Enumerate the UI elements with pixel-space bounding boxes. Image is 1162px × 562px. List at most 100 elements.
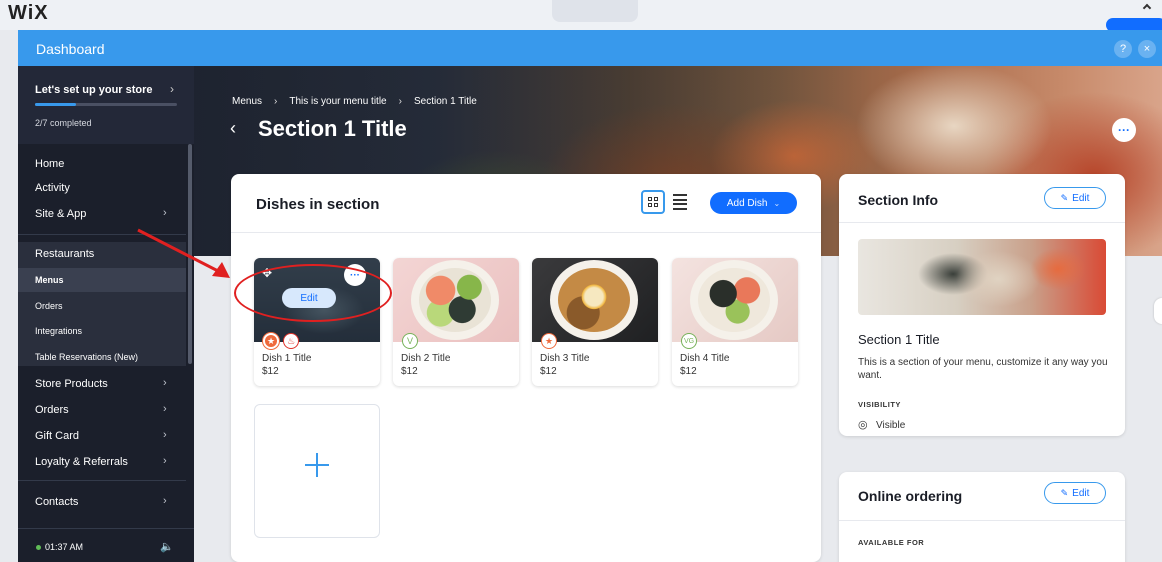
dish-name: Dish 1 Title — [262, 353, 312, 364]
visibility-value: Visible — [876, 420, 906, 431]
speaker-icon[interactable]: 🔈 — [160, 540, 174, 553]
pencil-icon: ✎ — [1060, 487, 1069, 498]
sidebar-item-integrations[interactable]: Integrations — [18, 319, 186, 343]
sidebar-item-label: Integrations — [35, 326, 83, 336]
card-divider — [839, 222, 1125, 223]
help-button[interactable]: ? — [1114, 40, 1132, 58]
sidebar-item-label: Contacts — [35, 496, 79, 508]
setup-progress-fill — [35, 103, 77, 106]
online-ordering-edit-button[interactable]: ✎ Edit — [1044, 482, 1106, 504]
section-info-card: Section Info ✎ Edit Section 1 Title This … — [839, 174, 1125, 436]
section-info-title: Section Info — [858, 192, 939, 208]
more-actions-button[interactable]: ··· — [1112, 118, 1136, 142]
sidebar-item-label: Activity — [35, 182, 70, 194]
sidebar-item-orders-sub[interactable]: Orders — [18, 294, 186, 318]
sidebar-item-label: Table Reservations (New) — [35, 352, 139, 362]
wix-logo: WiX — [8, 2, 49, 24]
chevron-right-icon: › — [163, 377, 167, 389]
sidebar-item-store-products[interactable]: Store Products › — [18, 372, 186, 396]
chevron-right-icon: › — [163, 495, 167, 507]
dishes-card: Dishes in section Add Dish ⌄ ✥ ··· Edit ★… — [231, 174, 821, 562]
collapse-tab[interactable] — [552, 0, 1152, 22]
setup-title: Let's set up your store — [35, 84, 153, 96]
caret-up-icon — [1142, 3, 1152, 13]
online-ordering-title: Online ordering — [858, 488, 963, 504]
breadcrumb-menus[interactable]: Menus — [232, 96, 262, 107]
dishes-title: Dishes in section — [256, 196, 380, 213]
breadcrumb-menu-title[interactable]: This is your menu title — [289, 96, 386, 107]
dish-price: $12 — [540, 366, 557, 377]
dish-price: $12 — [262, 366, 279, 377]
star-icon: ★ — [263, 333, 279, 349]
breadcrumb-separator-icon: › — [398, 96, 402, 107]
time-text: 01:37 AM — [45, 542, 84, 552]
grid-icon — [648, 197, 658, 207]
card-divider — [231, 232, 821, 233]
dish-name: Dish 2 Title — [401, 353, 451, 364]
chili-icon: ♨ — [283, 333, 299, 349]
plus-icon — [305, 453, 329, 477]
sidebar-item-label: Home — [35, 158, 65, 170]
vegan-icon: VG — [681, 333, 697, 349]
top-strip: WiX — [0, 0, 1162, 32]
chevron-right-icon: › — [170, 82, 174, 96]
sidebar-item-label: Orders — [35, 301, 63, 311]
sidebar-item-gift-card[interactable]: Gift Card › — [18, 424, 186, 448]
sidebar-item-contacts[interactable]: Contacts › — [18, 490, 186, 514]
dish-price: $12 — [401, 366, 418, 377]
section-info-edit-button[interactable]: ✎ Edit — [1044, 187, 1106, 209]
sidebar-item-loyalty[interactable]: Loyalty & Referrals › — [18, 450, 186, 474]
status-time: 01:37 AM — [36, 542, 83, 552]
dashboard-header: Dashboard ? × — [18, 30, 1162, 66]
sidebar-item-site-app[interactable]: Site & App › — [18, 202, 186, 226]
sidebar-item-orders[interactable]: Orders › — [18, 398, 186, 422]
sidebar-item-label: Restaurants — [35, 248, 95, 260]
add-dish-label: Add Dish — [726, 197, 768, 209]
back-arrow-icon[interactable]: ‹ — [230, 118, 236, 139]
bowl-image — [690, 260, 778, 340]
dish-card-4[interactable]: VG Dish 4 Title $12 — [672, 258, 798, 386]
pencil-icon: ✎ — [1060, 192, 1069, 203]
sidebar-item-activity[interactable]: Activity — [18, 176, 186, 200]
list-view-icon[interactable] — [673, 193, 687, 211]
dish-card-2[interactable]: V Dish 2 Title $12 — [393, 258, 519, 386]
eye-icon: ◎ — [858, 419, 868, 431]
sidebar: Let's set up your store › 2/7 completed … — [18, 66, 194, 562]
dish-name: Dish 3 Title — [540, 353, 590, 364]
chevron-right-icon: › — [163, 207, 167, 219]
edit-label: Edit — [1072, 192, 1090, 204]
star-icon: ★ — [541, 333, 557, 349]
edit-label: Edit — [1072, 487, 1090, 499]
vegetarian-icon: V — [402, 333, 418, 349]
add-dish-tile[interactable] — [254, 404, 380, 538]
dish-name: Dish 4 Title — [680, 353, 730, 364]
side-panel-handle[interactable] — [1154, 298, 1162, 324]
available-for-label: AVAILABLE FOR — [858, 538, 925, 547]
section-description: This is a section of your menu, customiz… — [858, 357, 1108, 381]
setup-progress-text: 2/7 completed — [35, 118, 92, 128]
grid-view-button[interactable] — [641, 190, 665, 214]
bowl-image — [550, 260, 638, 340]
sidebar-item-home[interactable]: Home — [18, 152, 186, 176]
setup-progress-bar — [35, 103, 177, 106]
window-title: Dashboard — [36, 41, 105, 57]
sidebar-footer: 01:37 AM 🔈 — [18, 528, 194, 562]
online-ordering-card: Online ordering ✎ Edit AVAILABLE FOR — [839, 472, 1125, 562]
breadcrumb-separator-icon: › — [274, 96, 278, 107]
sidebar-item-label: Menus — [35, 275, 64, 285]
breadcrumb-section: Section 1 Title — [413, 96, 477, 107]
setup-store-panel[interactable]: Let's set up your store › 2/7 completed — [18, 66, 194, 144]
dish-image — [532, 258, 658, 342]
chevron-right-icon: › — [163, 403, 167, 415]
page-title: Section 1 Title — [258, 116, 407, 141]
sidebar-item-label: Store Products — [35, 378, 108, 390]
add-dish-button[interactable]: Add Dish ⌄ — [710, 192, 797, 214]
annotation-ellipse — [234, 264, 392, 322]
sidebar-item-label: Gift Card — [35, 430, 80, 442]
annotation-arrow-icon — [137, 228, 230, 278]
dish-price: $12 — [680, 366, 697, 377]
close-button[interactable]: × — [1138, 40, 1156, 58]
sidebar-item-table-reservations[interactable]: Table Reservations (New) — [18, 345, 186, 369]
chevron-right-icon: › — [163, 455, 167, 467]
dish-card-3[interactable]: ★ Dish 3 Title $12 — [532, 258, 658, 386]
